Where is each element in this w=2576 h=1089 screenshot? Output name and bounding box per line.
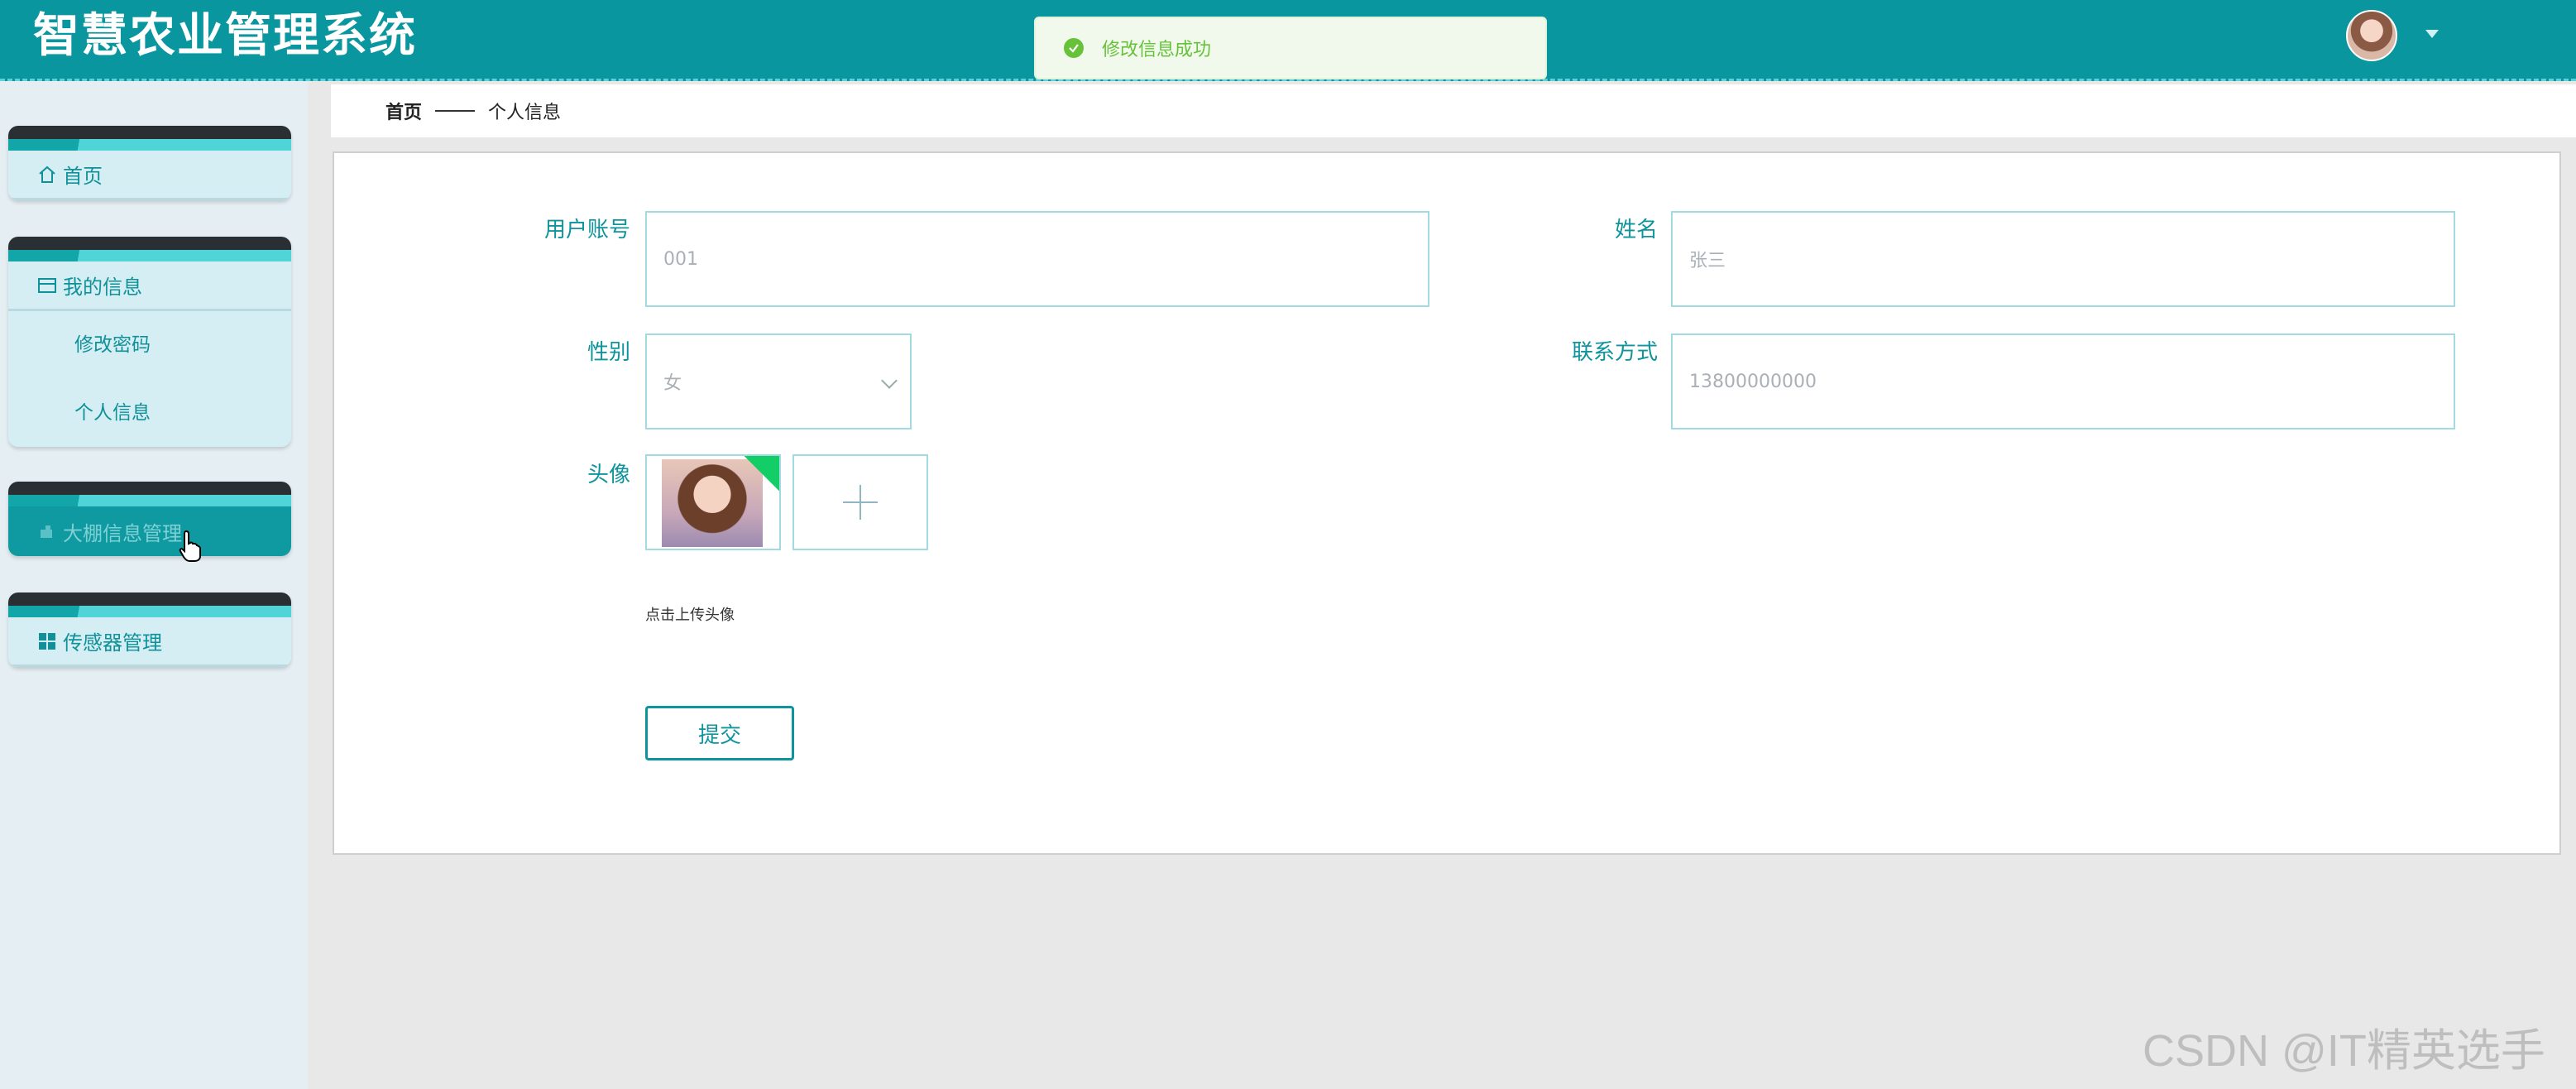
upload-hint: 点击上传头像 xyxy=(645,607,735,624)
toast-message: 修改信息成功 xyxy=(1102,40,1212,60)
menu-accent-stripe xyxy=(8,250,291,261)
plus-icon xyxy=(859,485,861,520)
hand-pointer-icon xyxy=(179,530,202,566)
app-title: 智慧农业管理系统 xyxy=(33,9,417,63)
menu-accent-stripe xyxy=(8,495,291,506)
sidebar-item-home[interactable]: 首页 xyxy=(8,151,291,200)
sidebar: 首页 我的信息 修改密码 个人信息 大棚信息管理 传感器管理 xyxy=(0,81,308,1089)
breadcrumb-home[interactable]: 首页 xyxy=(385,98,422,124)
grid-icon xyxy=(36,631,58,652)
top-header: 智慧农业管理系统 修改信息成功 xyxy=(0,0,2576,81)
phone-value: 13800000000 xyxy=(1689,371,1817,392)
card-icon xyxy=(36,275,58,296)
menu-accent-stripe xyxy=(8,139,291,151)
name-value: 张三 xyxy=(1689,251,1726,271)
menu-top-bar xyxy=(8,482,291,495)
check-circle-icon xyxy=(1064,38,1084,58)
name-field[interactable]: 张三 xyxy=(1671,211,2455,307)
gender-value: 女 xyxy=(663,373,682,394)
name-label: 姓名 xyxy=(1614,218,1658,242)
sidebar-menu-my-info[interactable]: 我的信息 修改密码 个人信息 xyxy=(8,237,291,447)
avatar-photo xyxy=(662,459,763,547)
home-icon xyxy=(36,164,58,185)
user-avatar[interactable] xyxy=(2346,10,2397,61)
phone-field[interactable]: 13800000000 xyxy=(1671,333,2455,429)
sidebar-item-label: 首页 xyxy=(63,165,103,188)
phone-label: 联系方式 xyxy=(1571,340,1658,365)
account-value: 001 xyxy=(663,248,698,270)
gender-select[interactable]: 女 xyxy=(645,333,912,429)
breadcrumb-separator xyxy=(435,110,476,112)
caret-down-icon[interactable] xyxy=(2425,30,2439,38)
sidebar-menu-sensors[interactable]: 传感器管理 xyxy=(8,592,291,667)
sidebar-item-personal-info[interactable]: 个人信息 xyxy=(8,379,291,447)
sidebar-item-greenhouse[interactable]: 大棚信息管理 xyxy=(8,506,291,556)
menu-accent-stripe xyxy=(8,606,291,617)
account-label: 用户账号 xyxy=(543,218,630,242)
submit-button[interactable]: 提交 xyxy=(645,706,794,760)
menu-top-bar xyxy=(8,237,291,250)
profile-form-card: 用户账号 001 姓名 张三 性别 女 联系方式 13800000000 头像 … xyxy=(333,151,2561,855)
upload-add-button[interactable] xyxy=(792,454,928,550)
sidebar-item-sensors[interactable]: 传感器管理 xyxy=(8,617,291,667)
sidebar-item-label: 传感器管理 xyxy=(63,631,162,655)
gender-label: 性别 xyxy=(587,340,630,365)
menu-top-bar xyxy=(8,592,291,606)
watermark: CSDN @IT精英选手 xyxy=(2143,1026,2545,1076)
greenhouse-icon xyxy=(36,521,58,542)
sidebar-menu-greenhouse[interactable]: 大棚信息管理 xyxy=(8,482,291,556)
breadcrumb: 首页 个人信息 xyxy=(331,84,2576,137)
breadcrumb-current: 个人信息 xyxy=(488,103,562,123)
sidebar-menu-home[interactable]: 首页 xyxy=(8,126,291,200)
success-toast: 修改信息成功 xyxy=(1034,17,1547,79)
sidebar-item-label: 大棚信息管理 xyxy=(63,521,182,545)
submenu: 修改密码 个人信息 xyxy=(8,311,291,447)
avatar-label: 头像 xyxy=(587,463,630,487)
sidebar-item-my-info[interactable]: 我的信息 xyxy=(8,261,291,311)
avatar-thumbnail[interactable] xyxy=(645,454,781,550)
menu-top-bar xyxy=(8,126,291,139)
sidebar-item-change-password[interactable]: 修改密码 xyxy=(8,311,291,379)
account-field[interactable]: 001 xyxy=(645,211,1429,307)
chevron-down-icon xyxy=(881,372,898,389)
sidebar-item-label: 我的信息 xyxy=(63,276,142,299)
